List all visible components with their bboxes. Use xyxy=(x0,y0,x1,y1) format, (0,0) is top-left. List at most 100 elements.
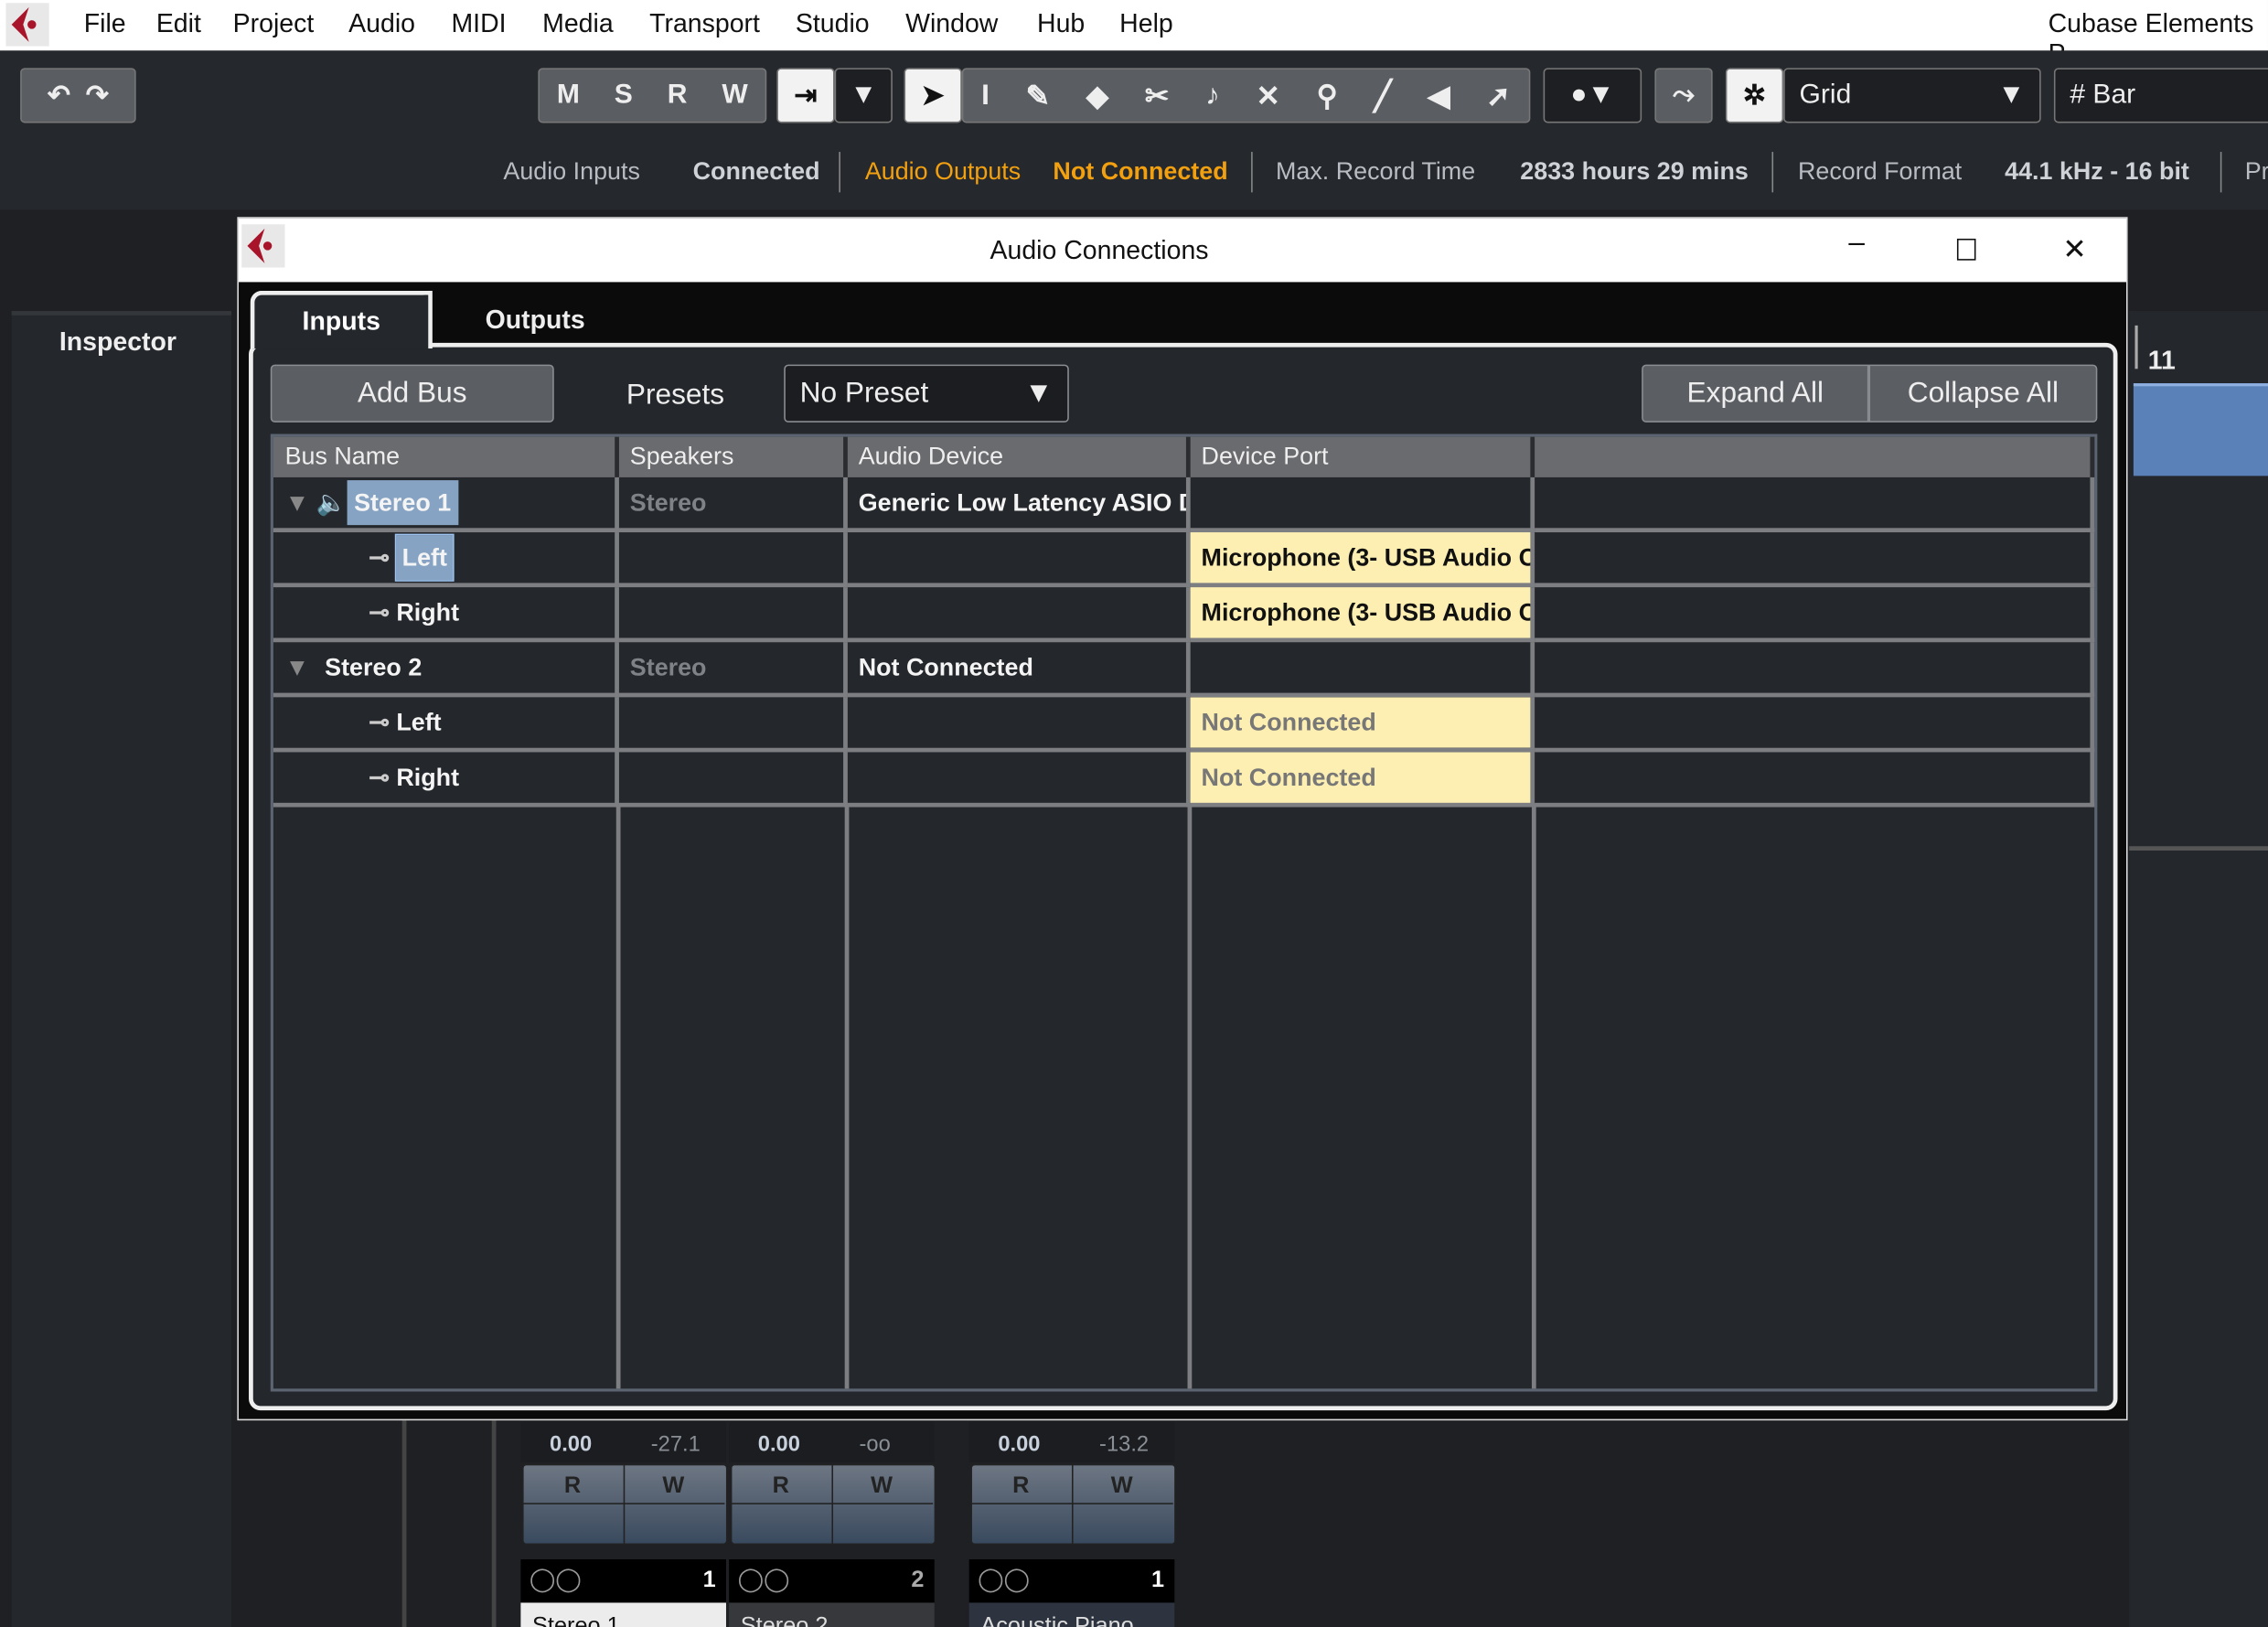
autoscroll-icon[interactable]: ⇥ xyxy=(776,68,835,123)
menu-midi[interactable]: MIDI xyxy=(451,8,506,38)
speaker-icon[interactable]: ◀ xyxy=(1428,78,1450,114)
maximize-icon[interactable] xyxy=(1956,238,1976,261)
channel-name-cell[interactable]: ⊸ Right xyxy=(273,584,619,643)
audio-inputs-value[interactable]: Connected xyxy=(693,157,820,187)
mute-tool-icon[interactable]: ✕ xyxy=(1256,78,1280,114)
menu-transport[interactable]: Transport xyxy=(649,8,760,38)
tab-outputs[interactable]: Outputs xyxy=(441,291,629,348)
bus-row[interactable]: ▼ 🔈 Stereo 1 Stereo Generic Low Latency ASI… xyxy=(273,476,2095,533)
redo-icon[interactable]: ↷ xyxy=(86,79,109,112)
device-port-cell[interactable] xyxy=(1187,639,1535,698)
snap-type-dropdown[interactable]: Grid ▼ xyxy=(1783,68,2041,123)
channel-name[interactable]: Left xyxy=(396,708,441,735)
menu-edit[interactable]: Edit xyxy=(156,8,201,38)
range-tool-icon[interactable]: I xyxy=(981,79,990,112)
audio-device-cell[interactable] xyxy=(844,694,1190,753)
bus-name[interactable]: Stereo 2 xyxy=(325,653,422,680)
menu-audio[interactable]: Audio xyxy=(348,8,415,38)
speakers-cell: Stereo xyxy=(615,639,848,698)
menu-file[interactable]: File xyxy=(84,8,126,38)
presets-dropdown[interactable]: No Preset ▼ xyxy=(784,364,1069,423)
minimize-icon[interactable]: – xyxy=(1848,227,1865,260)
bus-name-cell[interactable]: ▼ Stereo 2 xyxy=(273,639,619,698)
collapse-all-button[interactable]: Collapse All xyxy=(1868,364,2098,423)
scissors-icon[interactable]: ✂ xyxy=(1145,78,1170,114)
add-bus-button[interactable]: Add Bus xyxy=(270,364,554,423)
channel-name-cell[interactable]: ⊸ Right xyxy=(273,750,619,808)
solo-button[interactable]: S xyxy=(615,80,633,112)
channel-row[interactable]: ⊸ Right Not Connected xyxy=(273,750,2095,808)
write-automation-button[interactable]: W xyxy=(662,1474,684,1500)
channel-name-cell[interactable]: ⊸ Left xyxy=(273,694,619,753)
color-tool-icon[interactable]: ➚ xyxy=(1486,78,1511,114)
grid-snap-icon[interactable]: ✲ xyxy=(1725,68,1784,123)
record-format-value[interactable]: 44.1 kHz - 16 bit xyxy=(2005,157,2189,187)
write-automation-button[interactable]: W xyxy=(871,1474,893,1500)
channel-name[interactable]: Stereo 2 xyxy=(729,1602,935,1627)
device-port-cell[interactable]: Microphone (3- USB Audio C xyxy=(1187,584,1535,643)
column-device-port[interactable]: Device Port xyxy=(1187,436,1535,477)
channel-name[interactable]: Acoustic Piano xyxy=(968,1602,1175,1627)
audio-device-cell[interactable]: Not Connected xyxy=(844,639,1190,698)
channel-row[interactable]: ⊸ Left Microphone (3- USB Audio C xyxy=(273,530,2095,588)
column-audio-device[interactable]: Audio Device xyxy=(844,436,1190,477)
column-bus-name[interactable]: Bus Name xyxy=(273,436,619,477)
max-record-value[interactable]: 2833 hours 29 mins xyxy=(1520,157,1749,187)
volume-value[interactable]: 0.00 xyxy=(758,1432,800,1457)
locator-range[interactable] xyxy=(2133,383,2268,476)
expand-triangle-icon[interactable]: ▼ xyxy=(285,488,310,516)
channel-name-cell[interactable]: ⊸ Left xyxy=(273,530,619,588)
expand-triangle-icon[interactable]: ▼ xyxy=(285,653,310,680)
inspector-title[interactable]: Inspector xyxy=(59,326,177,357)
audio-device-cell[interactable] xyxy=(844,584,1190,643)
bus-row[interactable]: ▼ Stereo 2 Stereo Not Connected xyxy=(273,639,2095,698)
menu-hub[interactable]: Hub xyxy=(1037,8,1085,38)
expand-all-button[interactable]: Expand All xyxy=(1642,364,1869,423)
bus-name[interactable]: Stereo 1 xyxy=(347,479,459,525)
channel-row[interactable]: ⊸ Right Microphone (3- USB Audio C xyxy=(273,584,2095,643)
channel-name[interactable]: Right xyxy=(396,598,459,626)
pencil-icon[interactable]: ✎ xyxy=(1026,78,1051,114)
snap-icon[interactable]: ●▼ xyxy=(1543,68,1642,123)
mute-button[interactable]: M xyxy=(557,80,580,112)
audio-device-cell[interactable]: Generic Low Latency ASIO D xyxy=(844,476,1190,533)
cubase-logo-icon[interactable] xyxy=(5,3,49,47)
menu-help[interactable]: Help xyxy=(1119,8,1173,38)
undo-icon[interactable]: ↶ xyxy=(48,79,70,112)
column-speakers[interactable]: Speakers xyxy=(615,436,848,477)
write-button[interactable]: W xyxy=(722,80,747,112)
read-automation-button[interactable]: R xyxy=(773,1474,789,1500)
channel-name[interactable]: Right xyxy=(396,763,459,790)
audio-device-cell[interactable] xyxy=(844,750,1190,808)
volume-value[interactable]: 0.00 xyxy=(998,1432,1040,1457)
channel-row[interactable]: ⊸ Left Not Connected xyxy=(273,694,2095,753)
write-automation-button[interactable]: W xyxy=(1111,1474,1133,1500)
audio-device-cell[interactable] xyxy=(844,530,1190,588)
menu-project[interactable]: Project xyxy=(233,8,315,38)
menu-media[interactable]: Media xyxy=(542,8,614,38)
line-tool-icon[interactable]: ╱ xyxy=(1375,78,1392,114)
chevron-down-icon[interactable]: ▼ xyxy=(834,68,893,123)
volume-value[interactable]: 0.00 xyxy=(550,1432,592,1457)
device-port-cell[interactable]: Not Connected xyxy=(1187,750,1535,808)
device-port-cell[interactable] xyxy=(1187,476,1535,533)
read-automation-button[interactable]: R xyxy=(564,1474,581,1500)
menu-window[interactable]: Window xyxy=(905,8,998,38)
eraser-icon[interactable]: ◆ xyxy=(1086,78,1108,114)
channel-name[interactable]: Left xyxy=(394,532,455,582)
snap-toggle-icon[interactable]: ⤳ xyxy=(1654,68,1713,123)
read-button[interactable]: R xyxy=(668,80,688,112)
device-port-cell[interactable]: Not Connected xyxy=(1187,694,1535,753)
zoom-icon[interactable]: ⚲ xyxy=(1317,78,1338,114)
menu-studio[interactable]: Studio xyxy=(796,8,870,38)
glue-icon[interactable]: ♪ xyxy=(1205,79,1220,112)
channel-name[interactable]: Stereo 1 xyxy=(520,1602,726,1627)
bus-name-cell[interactable]: ▼ 🔈 Stereo 1 xyxy=(273,476,619,533)
close-icon[interactable]: ✕ xyxy=(2062,231,2087,268)
tab-inputs[interactable]: Inputs xyxy=(250,290,433,349)
device-port-cell[interactable]: Microphone (3- USB Audio C xyxy=(1187,530,1535,588)
audio-outputs-value[interactable]: Not Connected xyxy=(1053,157,1227,187)
quantize-dropdown[interactable]: # Bar xyxy=(2053,68,2268,123)
pointer-tool-icon[interactable]: ➤ xyxy=(904,68,962,123)
read-automation-button[interactable]: R xyxy=(1012,1474,1029,1500)
